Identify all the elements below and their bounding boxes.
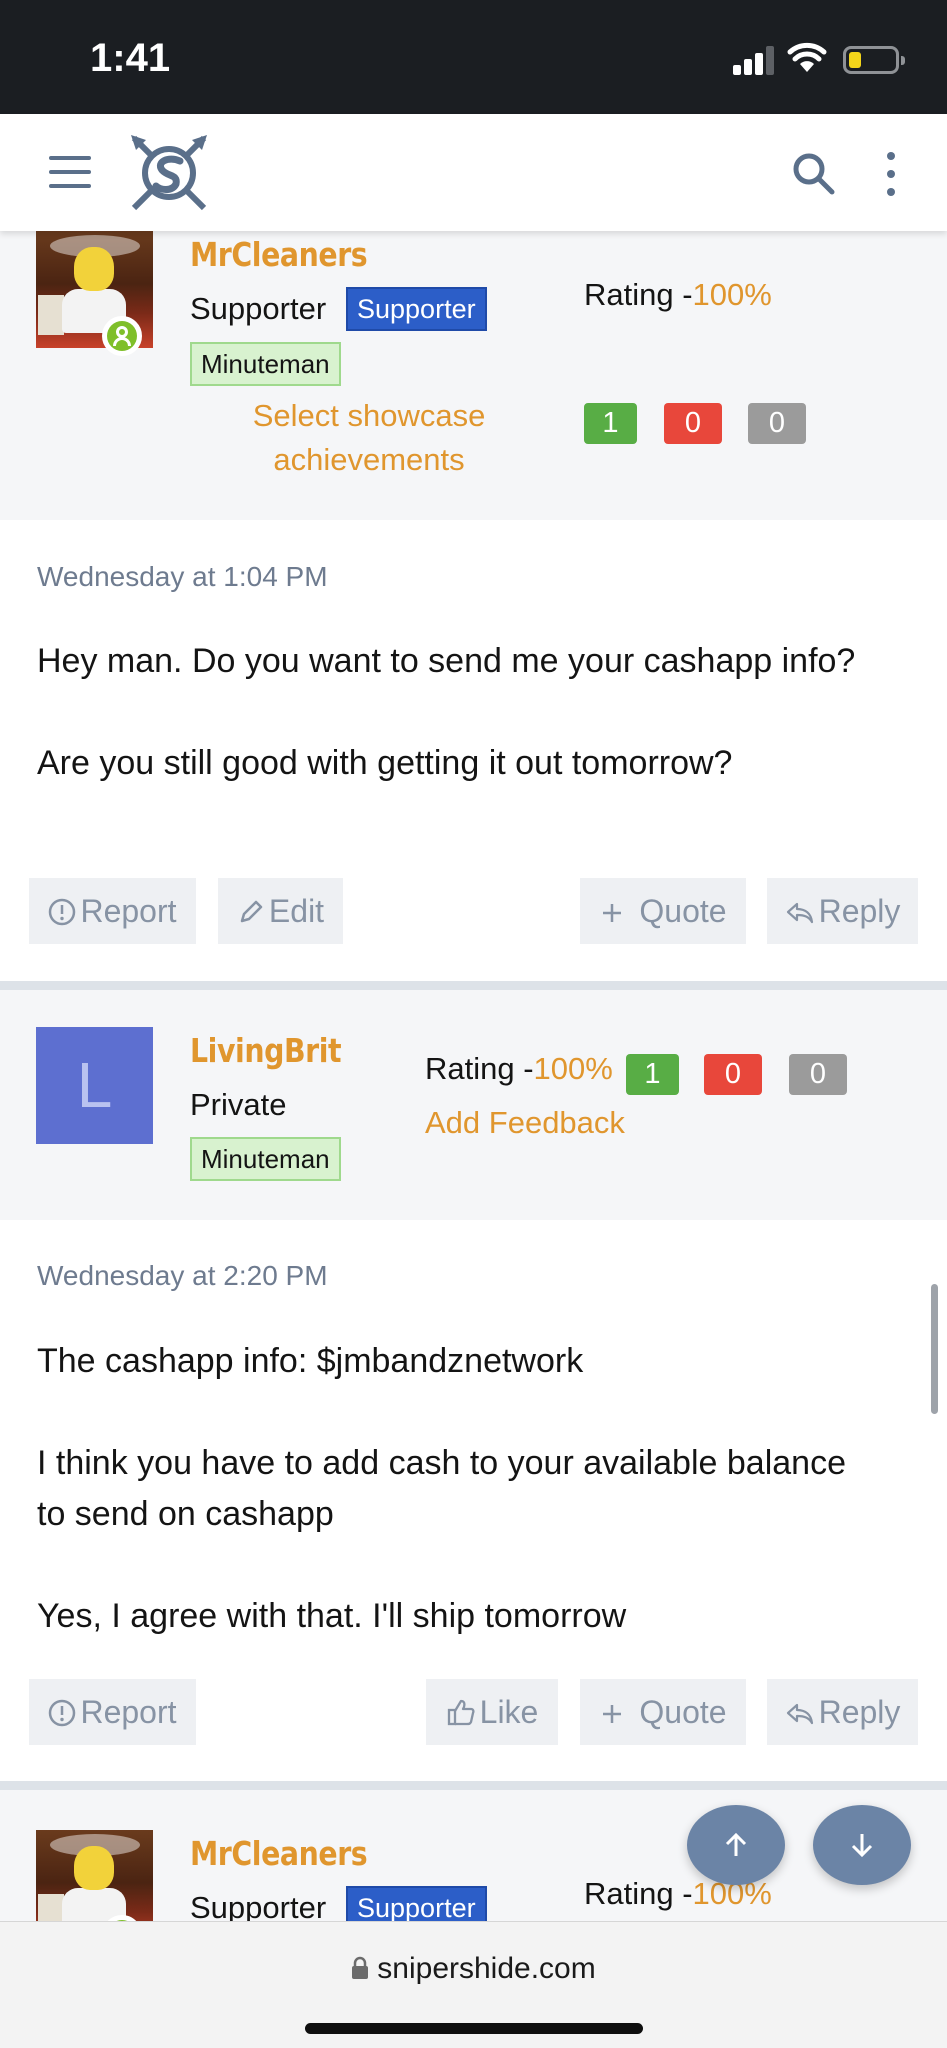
quote-label: Quote bbox=[639, 1694, 727, 1730]
username[interactable]: LivingBrit bbox=[190, 1031, 342, 1070]
rank-badge: Minuteman bbox=[190, 342, 341, 386]
arrow-down-icon bbox=[851, 1834, 873, 1858]
battery-icon bbox=[843, 46, 905, 74]
supporter-badge: Supporter bbox=[346, 287, 487, 331]
user-title: Supporter bbox=[190, 1890, 327, 1921]
showcase-achievements-link[interactable]: Select showcase achievements bbox=[224, 394, 514, 482]
online-status-icon bbox=[102, 316, 142, 356]
thumbs-up-icon bbox=[447, 1699, 475, 1726]
feedback-positive[interactable]: 1 bbox=[626, 1054, 679, 1095]
add-feedback-link[interactable]: Add Feedback bbox=[425, 1101, 625, 1145]
post-paragraph: I think you have to add cash to your ava… bbox=[37, 1444, 846, 1533]
search-icon[interactable] bbox=[790, 150, 836, 196]
url-field[interactable]: snipershide.com bbox=[0, 1952, 947, 1986]
status-bar: 1:41 bbox=[0, 0, 947, 114]
arrow-up-icon bbox=[725, 1832, 747, 1856]
supporter-badge: Supporter bbox=[346, 1886, 487, 1921]
feedback-positive[interactable]: 1 bbox=[584, 403, 637, 444]
feedback-negative[interactable]: 0 bbox=[704, 1054, 762, 1095]
home-indicator[interactable] bbox=[305, 2023, 643, 2034]
reply-icon bbox=[786, 902, 813, 924]
rating-label: Rating - bbox=[584, 1876, 693, 1911]
browser-address-bar: snipershide.com bbox=[0, 1921, 947, 2048]
username[interactable]: MrCleaners bbox=[190, 235, 368, 274]
site-header bbox=[0, 114, 947, 231]
thread-content: MrCleaners Supporter Supporter Minuteman… bbox=[0, 231, 947, 1921]
report-label: Report bbox=[80, 893, 177, 929]
rating-label: Rating - bbox=[425, 1051, 534, 1086]
report-button[interactable]: Report bbox=[29, 878, 196, 944]
user-title: Private bbox=[190, 1087, 287, 1122]
username[interactable]: MrCleaners bbox=[190, 1834, 368, 1873]
hamburger-icon[interactable] bbox=[49, 156, 91, 188]
feedback-negative[interactable]: 0 bbox=[664, 403, 722, 444]
page-scrollbar[interactable] bbox=[931, 1284, 938, 1414]
user-rating: Rating -100% bbox=[584, 277, 772, 313]
post-divider bbox=[0, 1781, 947, 1790]
user-panel: MrCleaners Supporter Supporter Minuteman… bbox=[0, 231, 947, 520]
rating-label: Rating - bbox=[584, 277, 693, 312]
snipershide-logo-icon[interactable] bbox=[128, 132, 210, 214]
post-divider bbox=[0, 981, 947, 990]
feedback-neutral[interactable]: 0 bbox=[789, 1054, 847, 1095]
quote-button[interactable]: Quote bbox=[580, 878, 746, 944]
post-paragraph: Yes, I agree with that. I'll ship tomorr… bbox=[37, 1597, 627, 1635]
quote-label: Quote bbox=[639, 893, 727, 929]
post-date[interactable]: Wednesday at 1:04 PM bbox=[37, 561, 328, 593]
post-paragraph: Are you still good with getting it out t… bbox=[37, 744, 733, 782]
post-date[interactable]: Wednesday at 2:20 PM bbox=[37, 1260, 328, 1292]
more-vertical-icon[interactable] bbox=[876, 150, 906, 198]
wifi-icon bbox=[787, 42, 827, 72]
user-panel: MrCleaners Supporter Supporter Rating -1… bbox=[0, 1790, 947, 1921]
post-paragraph: Hey man. Do you want to send me your cas… bbox=[37, 642, 856, 680]
scroll-to-top-button[interactable] bbox=[687, 1805, 785, 1885]
user-title: Supporter bbox=[190, 291, 327, 326]
reply-icon bbox=[786, 1703, 813, 1725]
post-body: The cashapp info: $jmbandznetwork I thin… bbox=[37, 1336, 897, 1642]
user-rating: Rating -100% bbox=[425, 1051, 613, 1087]
rank-badge: Minuteman bbox=[190, 1137, 341, 1181]
like-label: Like bbox=[479, 1694, 539, 1730]
rating-percent: 100% bbox=[533, 1051, 613, 1086]
reply-label: Reply bbox=[818, 893, 901, 929]
edit-button[interactable]: Edit bbox=[218, 878, 343, 944]
rating-percent: 100% bbox=[692, 277, 772, 312]
quote-button[interactable]: Quote bbox=[580, 1679, 746, 1745]
edit-label: Edit bbox=[268, 893, 325, 929]
plus-icon bbox=[603, 904, 622, 922]
alert-circle-icon bbox=[49, 898, 76, 926]
reply-button[interactable]: Reply bbox=[767, 878, 918, 944]
post-paragraph: The cashapp info: $jmbandznetwork bbox=[37, 1342, 584, 1380]
like-button[interactable]: Like bbox=[426, 1679, 558, 1745]
avatar[interactable] bbox=[36, 1830, 153, 1921]
alert-circle-icon bbox=[49, 1699, 76, 1727]
plus-icon bbox=[603, 1705, 622, 1723]
url-text: snipershide.com bbox=[377, 1952, 596, 1985]
reply-button[interactable]: Reply bbox=[767, 1679, 918, 1745]
report-button[interactable]: Report bbox=[29, 1679, 196, 1745]
post-body: Hey man. Do you want to send me your cas… bbox=[37, 636, 897, 789]
avatar-letter[interactable]: L bbox=[36, 1027, 153, 1144]
pencil-icon bbox=[240, 900, 263, 923]
status-time: 1:41 bbox=[90, 36, 171, 80]
cellular-signal-icon bbox=[733, 45, 775, 75]
feedback-neutral[interactable]: 0 bbox=[748, 403, 806, 444]
report-label: Report bbox=[80, 1694, 177, 1730]
lock-icon bbox=[352, 1956, 369, 1979]
scroll-to-bottom-button[interactable] bbox=[813, 1805, 911, 1885]
reply-label: Reply bbox=[818, 1694, 901, 1730]
